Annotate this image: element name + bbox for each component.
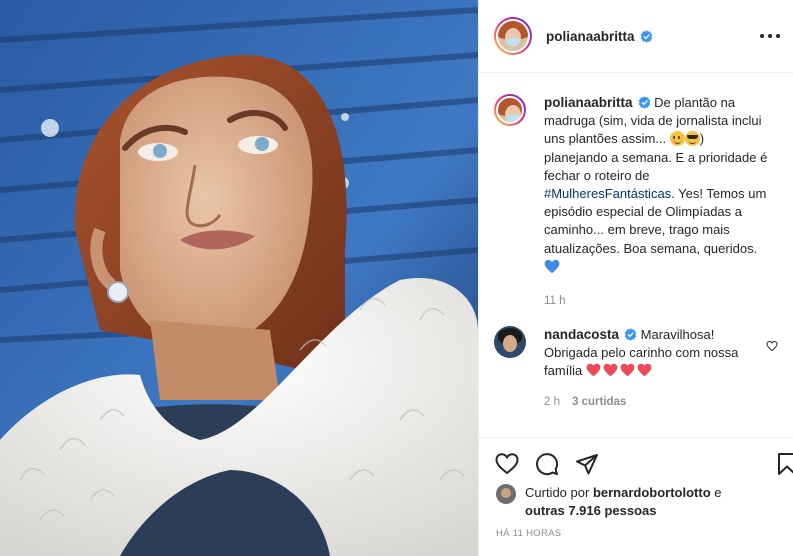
more-icon [760,34,764,38]
caption-line: De plantão na [654,95,736,110]
blue-heart-emoji [544,259,560,273]
caption-line: planejando a semana. E a prioridade é [544,149,768,165]
verified-badge-icon [624,328,637,341]
bookmark-icon[interactable] [775,452,793,476]
sunglasses-emoji [684,131,700,147]
red-heart-emoji [586,364,601,377]
comment-text: nandacosta Maravilhosa! Obrigada pelo ca… [544,326,782,411]
caption-time[interactable]: 11 h [544,292,782,310]
commenter-username[interactable]: nandacosta [544,327,619,342]
caption-line: atualizações. Boa semana, queridos. [544,240,758,256]
more-options-button[interactable] [760,28,780,44]
post-header: polianaabritta [479,0,793,73]
verified-badge-icon [640,29,652,43]
instagram-post: polianaabritta polianaabritta De plantão… [0,0,793,556]
post-photo[interactable] [0,0,478,556]
share-icon[interactable] [575,452,599,476]
liked-by-avatar[interactable] [496,484,516,504]
caption-line: madruga (sim, vida de jornalista inclui [544,113,762,129]
liked-by-others[interactable]: outras 7.916 pessoas [525,503,657,518]
post-side-panel: polianaabritta polianaabritta De plantão… [478,0,793,556]
comment-likes-count[interactable]: 3 curtidas [572,396,626,408]
comment-meta: 2 h 3 curtidas [544,393,782,411]
comment-line: Maravilhosa! [640,327,715,342]
caption-author-avatar[interactable] [494,94,526,126]
caption-line: caminho... em breve, trago mais [544,222,730,238]
comments-section: polianaabritta De plantão na madruga (si… [479,74,793,436]
verified-badge-icon [638,96,650,109]
red-heart-emoji [603,364,618,377]
caption-text: polianaabritta De plantão na madruga (si… [544,94,782,310]
caption-line: ) [699,131,705,147]
caption-line: fechar o roteiro de [544,167,650,183]
post-caption: polianaabritta De plantão na madruga (si… [494,94,784,310]
caption-username[interactable]: polianaabritta [544,95,633,110]
post-image [0,0,478,556]
author-username[interactable]: polianaabritta [546,29,635,44]
liked-by-user[interactable]: bernardobortolotto [593,485,711,500]
comment-time[interactable]: 2 h [544,396,560,408]
liked-by: Curtido por bernardobortolotto e outras … [496,484,786,520]
smile-emoji [669,131,685,147]
comment-line: Obrigada pelo carinho com nossa [544,345,739,361]
liked-by-text: Curtido por bernardobortolotto e outras … [525,485,722,518]
caption-line: uns plantões assim... [544,131,667,147]
comment-icon[interactable] [535,452,559,476]
comment-line: família [544,363,583,379]
red-heart-emoji [620,364,635,377]
post-actions: Curtido por bernardobortolotto e outras … [479,437,793,556]
author-avatar[interactable] [494,17,532,55]
heart-icon[interactable] [495,452,519,476]
caption-line: . Yes! Temos um [671,186,767,202]
red-heart-emoji [637,364,652,377]
hashtag-link[interactable]: #MulheresFantásticas [544,186,671,201]
post-timestamp[interactable]: HÁ 11 HORAS [496,528,561,539]
comment-like-heart-icon[interactable] [766,340,778,352]
comment-item: nandacosta Maravilhosa! Obrigada pelo ca… [494,326,784,411]
caption-line: episódio especial de Olimpíadas a [544,204,743,220]
commenter-avatar[interactable] [494,326,526,358]
